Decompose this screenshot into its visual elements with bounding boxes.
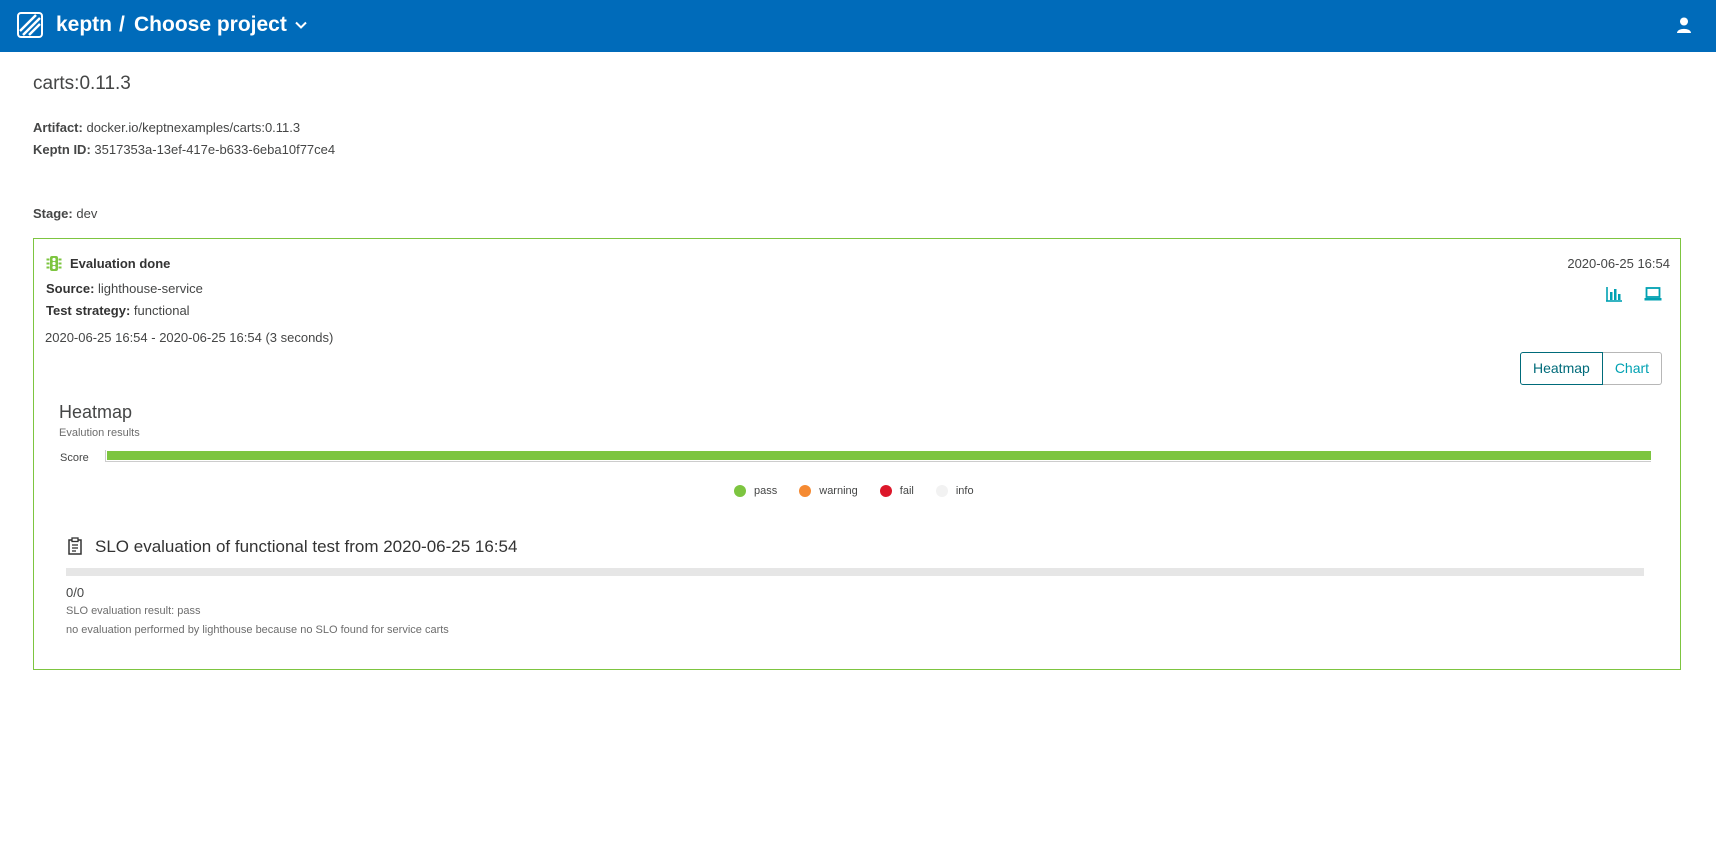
heatmap-plot-area (105, 450, 1651, 462)
heatmap-toggle-button[interactable]: Heatmap (1520, 352, 1603, 385)
keptn-logo-icon[interactable] (16, 11, 44, 39)
top-navigation-bar: keptn / Choose project (0, 0, 1716, 52)
evaluation-title: Evaluation done (70, 256, 171, 271)
user-icon[interactable] (1675, 16, 1693, 34)
view-toggle: Heatmap Chart (1520, 352, 1663, 385)
page-title: carts:0.11.3 (33, 73, 131, 94)
slo-score: 0/0 (66, 585, 85, 600)
keptn-id-info: Keptn ID: 3517353a-13ef-417e-b633-6eba10… (33, 142, 335, 157)
legend-dot-info (935, 485, 948, 497)
source-info: Source: lighthouse-service (46, 281, 203, 296)
legend-dot-pass (734, 485, 746, 497)
traffic-light-icon (46, 256, 62, 271)
artifact-info: Artifact: docker.io/keptnexamples/carts:… (33, 120, 300, 135)
legend-label-pass: pass (754, 485, 778, 497)
keptn-id-value: 3517353a-13ef-417e-b633-6eba10f77ce4 (94, 142, 336, 157)
chart-toggle-button[interactable]: Chart (1602, 352, 1663, 385)
source-label: Source: (46, 281, 95, 296)
source-value: lighthouse-service (98, 281, 203, 296)
artifact-label: Artifact: (33, 120, 83, 135)
bar-chart-icon[interactable] (1605, 286, 1623, 302)
evaluation-time-range: 2020-06-25 16:54 - 2020-06-25 16:54 (3 s… (45, 330, 334, 345)
brand-name[interactable]: keptn (56, 13, 112, 37)
legend-label-fail: fail (899, 485, 914, 497)
legend-dot-warning (799, 485, 812, 497)
breadcrumb-separator: / (119, 13, 125, 36)
clipboard-icon (68, 537, 82, 555)
strategy-label: Test strategy: (46, 303, 131, 318)
heatmap-score-cell[interactable] (107, 451, 1651, 460)
heatmap-subtitle: Evalution results (59, 427, 140, 439)
keptn-id-label: Keptn ID: (33, 142, 91, 157)
strategy-value: functional (133, 303, 190, 318)
legend-dot-fail (879, 485, 892, 497)
stage-value: dev (76, 206, 98, 221)
heatmap-row-label: Score (60, 452, 89, 464)
slo-evaluation-title: SLO evaluation of functional test from 2… (95, 537, 518, 556)
legend-item-warning[interactable]: warning (799, 485, 858, 497)
legend-item-info[interactable]: info (935, 485, 974, 497)
slo-progress-bar (66, 568, 1644, 576)
evaluation-timestamp: 2020-06-25 16:54 (1567, 256, 1670, 271)
legend-label-info: info (955, 485, 974, 497)
heatmap-title: Heatmap (59, 402, 133, 422)
legend-item-fail[interactable]: fail (879, 485, 914, 497)
heatmap-legend: pass warning fail info (734, 485, 996, 497)
artifact-value: docker.io/keptnexamples/carts:0.11.3 (86, 120, 301, 135)
legend-item-pass[interactable]: pass (734, 485, 777, 497)
chevron-down-icon (295, 21, 307, 29)
slo-result: SLO evaluation result: pass (66, 605, 201, 617)
slo-message: no evaluation performed by lighthouse be… (66, 624, 449, 636)
strategy-info: Test strategy: functional (46, 303, 190, 318)
monitor-icon[interactable] (1644, 286, 1662, 302)
stage-info: Stage: dev (33, 206, 97, 221)
stage-label: Stage: (33, 206, 73, 221)
evaluation-card: Evaluation done 2020-06-25 16:54 Source:… (33, 238, 1681, 670)
project-selector-label: Choose project (134, 13, 287, 36)
legend-label-warning: warning (819, 485, 858, 497)
project-selector[interactable]: Choose project (134, 13, 308, 37)
